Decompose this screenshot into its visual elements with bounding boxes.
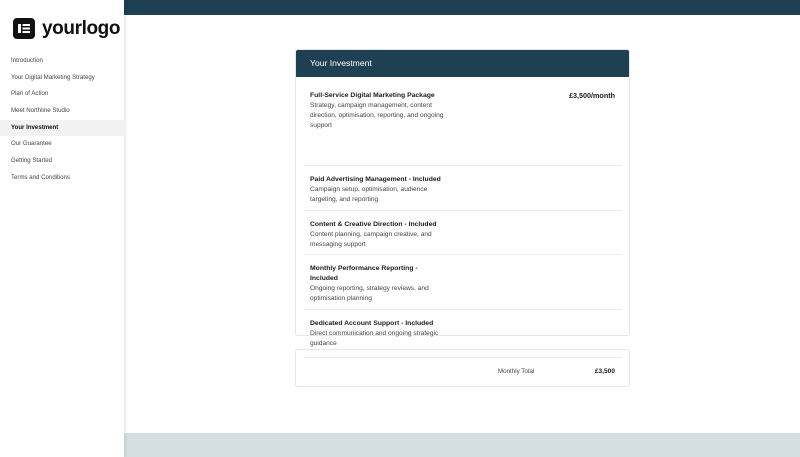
nav-item-getting-started[interactable]: Getting Started: [0, 153, 124, 170]
item-description: Content planning, campaign creative, and…: [310, 231, 432, 248]
item-title: Paid Advertising Management - Included: [310, 176, 441, 183]
investment-card: Your Investment Full-Service Digital Mar…: [295, 49, 630, 347]
item-description: Campaign setup, optimisation, audience t…: [310, 186, 428, 203]
footer-band: [124, 433, 800, 457]
monthly-total-label: Monthly Total: [498, 368, 535, 375]
item-price: £3,500/month: [569, 91, 615, 100]
sidebar-nav: Introduction Your Digital Marketing Stra…: [0, 53, 124, 187]
item-title: Dedicated Account Support - Included: [310, 320, 434, 327]
list-item: Dedicated Account Support - Included Dir…: [310, 319, 615, 349]
divider: [304, 165, 622, 166]
divider: [304, 210, 622, 211]
nav-item-terms-and-conditions[interactable]: Terms and Conditions: [0, 170, 124, 187]
divider: [304, 254, 622, 255]
divider: [304, 309, 622, 310]
list-item: Content & Creative Direction - Included …: [310, 220, 615, 250]
nav-item-plan-of-action[interactable]: Plan of Action: [0, 86, 124, 103]
logo-text: yourlogo: [42, 18, 121, 39]
item-title: Content & Creative Direction - Included: [310, 221, 437, 228]
nav-item-meet-northline-studio[interactable]: Meet Northline Studio: [0, 103, 124, 120]
list-item: Full-Service Digital Marketing Package S…: [310, 91, 615, 131]
nav-item-your-investment[interactable]: Your Investment: [0, 119, 124, 137]
logo[interactable]: yourlogo: [13, 18, 120, 39]
item-title: Monthly Performance Reporting - Included: [310, 265, 418, 282]
item-description: Direct communication and ongoing strateg…: [310, 330, 439, 347]
nav-item-introduction[interactable]: Introduction: [0, 53, 124, 70]
item-description: Ongoing reporting, strategy reviews, and…: [310, 285, 429, 302]
nav-item-our-guarantee[interactable]: Our Guarantee: [0, 136, 124, 153]
sidebar: yourlogo Introduction Your Digital Marke…: [0, 0, 124, 457]
nav-item-digital-marketing-strategy[interactable]: Your Digital Marketing Strategy: [0, 70, 124, 87]
investment-card-header: Your Investment: [296, 50, 629, 77]
list-item: Paid Advertising Management - Included C…: [310, 175, 615, 205]
monthly-total-card: Monthly Total £3,500: [295, 349, 630, 387]
top-banner: [124, 0, 800, 15]
item-description: Strategy, campaign management, content d…: [310, 102, 444, 129]
logo-mark-icon: [13, 18, 35, 39]
divider: [304, 357, 622, 358]
monthly-total-value: £3,500: [594, 368, 615, 375]
item-title: Full-Service Digital Marketing Package: [310, 92, 435, 99]
list-item: Monthly Performance Reporting - Included…: [310, 264, 615, 304]
